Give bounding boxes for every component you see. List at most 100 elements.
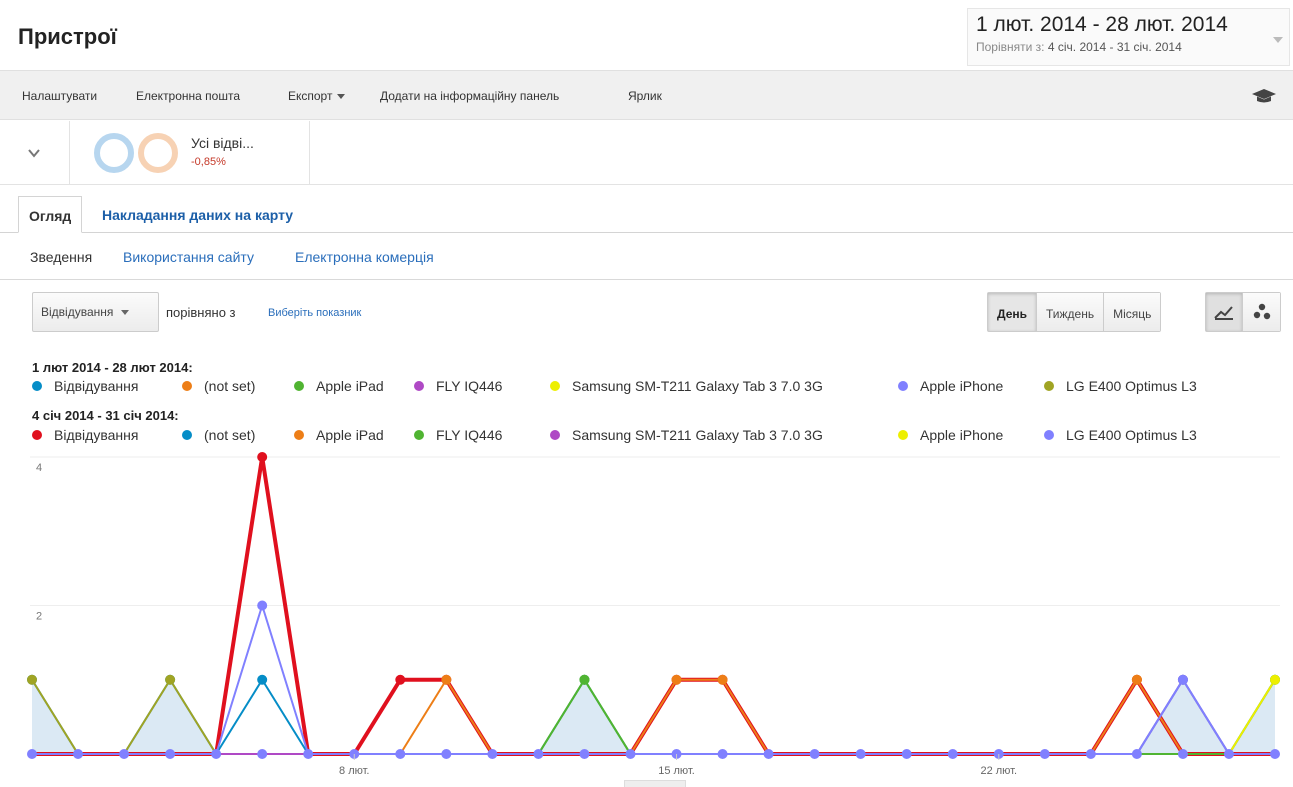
data-point [441,674,452,685]
legend-label: Apple iPhone [920,427,1004,443]
current-legend-item: Відвідування [32,378,138,394]
legend-label: Samsung SM-T211 Galaxy Tab 3 7.0 3G [572,378,823,394]
segment-card[interactable]: Усі відві... -0,85% [70,121,310,185]
data-point [257,749,268,759]
graduation-cap-icon[interactable] [1251,87,1277,105]
segment-ring-icon [94,133,134,173]
data-point [533,749,544,759]
data-point [27,674,37,685]
data-point [165,749,176,759]
legend-label: Apple iPad [316,427,384,443]
data-point [441,749,452,759]
chart-canvas: 2 4 8 лют. 15 лют. 22 лют. [27,452,1280,777]
metric-select-value: Відвідування [41,305,114,319]
export-button[interactable]: Експорт [288,89,346,103]
previous-legend-item: (not set) [182,427,255,443]
data-point [1085,749,1096,759]
segment-toggle[interactable] [0,121,70,185]
data-point [165,674,176,685]
legend-dot-icon [182,381,192,391]
legend-label: (not set) [204,427,256,443]
chart-resize-handle[interactable] [624,780,686,787]
y-tick-label: 4 [36,462,42,474]
data-point [855,749,866,759]
legend-previous: Відвідування (not set) Apple iPad FLY IQ446… [32,427,1272,445]
legend-label: LG E400 Optimus L3 [1066,427,1197,443]
legend-dot-icon [1044,430,1054,440]
data-point [1131,674,1142,685]
day-button[interactable]: День [988,293,1037,331]
legend-label: FLY IQ446 [436,378,503,394]
subtab-site-usage[interactable]: Використання сайту [123,249,254,265]
report-header: Пристрої 1 лют. 2014 - 28 лют. 2014 Порі… [0,0,1293,70]
choose-metric-link[interactable]: Виберіть показник [268,307,361,319]
data-point [1177,749,1188,759]
current-legend-item: Samsung SM-T211 Galaxy Tab 3 7.0 3G [550,378,823,394]
legend-previous-title: 4 січ 2014 - 31 січ 2014: [32,408,179,423]
motion-chart-icon [1253,303,1270,320]
data-point [27,749,37,759]
legend-dot-icon [294,430,304,440]
legend-dot-icon [414,430,424,440]
data-point [763,749,774,759]
legend-label: FLY IQ446 [436,427,503,443]
legend-label: (not set) [204,378,256,394]
metric-select[interactable]: Відвідування [32,292,159,332]
data-point [211,749,222,759]
report-tabs: Огляд Накладання даних на карту [0,196,1293,233]
report-toolbar: Налаштувати Електронна пошта Експорт Дод… [0,70,1293,120]
data-point [1131,749,1142,759]
data-point [1270,674,1280,685]
previous-legend-item: LG E400 Optimus L3 [1044,427,1197,443]
tab-overview[interactable]: Огляд [18,196,83,233]
data-point [257,674,268,685]
data-point [303,749,314,759]
segment-name: Усі відві... [191,135,254,151]
page-title: Пристрої [18,24,117,49]
compare-text: порівняно з [166,305,236,320]
legend-label: Apple iPad [316,378,384,394]
data-point [395,749,406,759]
caret-down-icon [121,310,130,316]
motion-chart-button[interactable] [1243,293,1280,331]
customize-button[interactable]: Налаштувати [22,89,97,103]
data-point [1177,674,1188,685]
x-tick-label: 22 лют. [980,765,1017,777]
line-chart: 2 4 8 лют. 15 лют. 22 лют. [0,452,1293,787]
data-point [119,749,130,759]
chevron-down-icon [28,149,40,158]
shortcut-button[interactable]: Ярлик [628,89,662,103]
add-to-dashboard-button[interactable]: Додати на інформаційну панель [380,89,559,103]
compare-range-value: 4 січ. 2014 - 31 січ. 2014 [1047,40,1182,54]
week-button[interactable]: Тиждень [1037,293,1105,331]
line-chart-icon [1214,306,1233,320]
data-point [809,749,820,759]
line-chart-button[interactable] [1206,293,1244,331]
previous-legend-item: Apple iPhone [898,427,1003,443]
subtab-ecommerce[interactable]: Електронна комерція [295,249,434,265]
caret-down-icon [337,94,346,100]
date-range-text: 1 лют. 2014 - 28 лют. 2014 [976,13,1228,36]
previous-legend-item: Samsung SM-T211 Galaxy Tab 3 7.0 3G [550,427,823,443]
x-tick-label: 8 лют. [339,765,369,777]
month-button[interactable]: Місяць [1104,293,1161,331]
current-legend-item: Apple iPad [294,378,384,394]
previous-legend-item: Відвідування [32,427,138,443]
x-tick-label: 15 лют. [658,765,695,777]
data-point [717,674,728,685]
date-range-picker[interactable]: 1 лют. 2014 - 28 лют. 2014 Порівняти з: … [967,8,1290,66]
email-button[interactable]: Електронна пошта [136,89,240,103]
subtab-summary[interactable]: Зведення [30,249,92,265]
subtabs: Зведення Використання сайту Електронна к… [0,234,1293,280]
divider [0,184,1293,185]
legend-label: Відвідування [54,427,139,443]
chevron-down-icon[interactable] [1273,37,1283,43]
current-legend-item: (not set) [182,378,255,394]
data-point [257,452,268,462]
legend-dot-icon [1044,381,1054,391]
tab-map-overlay[interactable]: Накладання даних на карту [92,196,303,233]
data-point [947,749,958,759]
data-point [1270,749,1280,759]
legend-label: Apple iPhone [920,378,1004,394]
compare-label: Порівняти з: [976,40,1045,54]
